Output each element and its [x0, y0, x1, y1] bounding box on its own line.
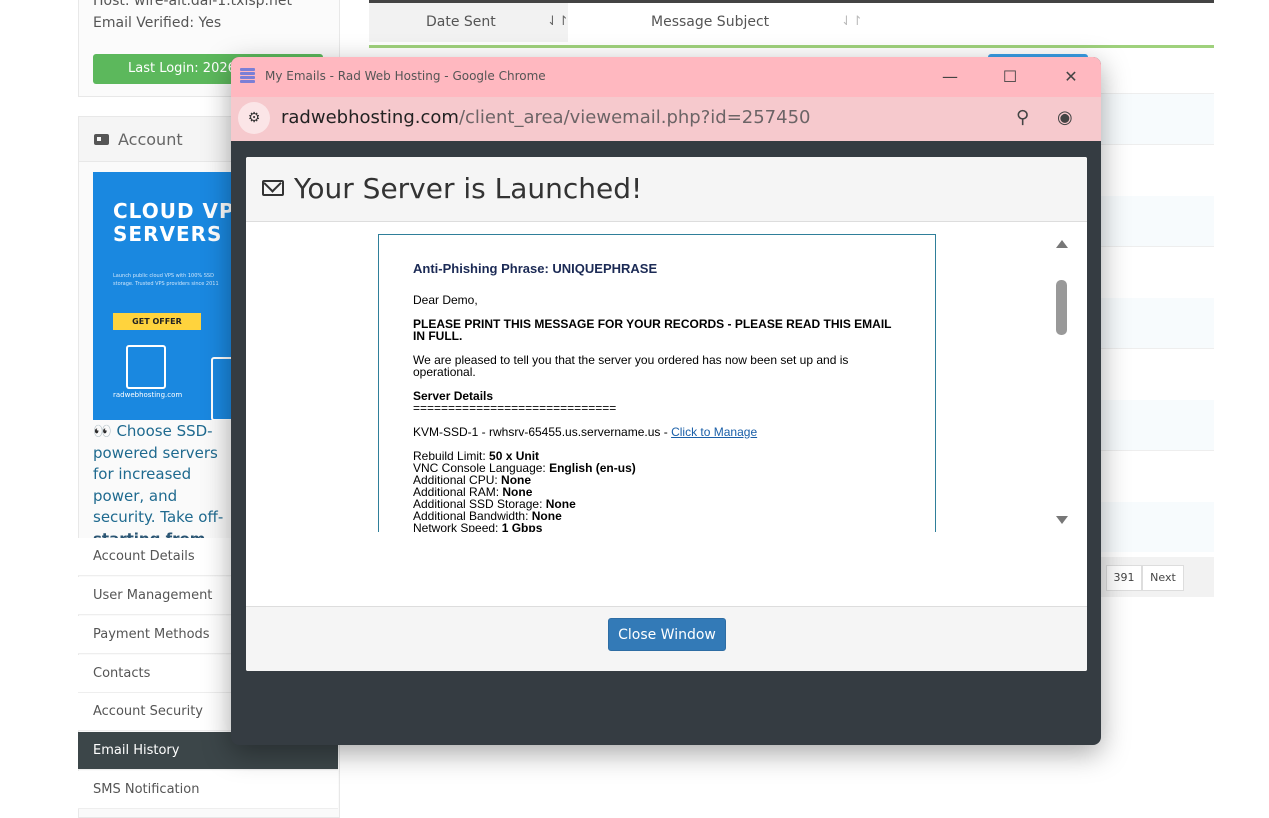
address-bar: ⚙ radwebhosting.com/client_area/viewemai…	[231, 97, 1101, 141]
table-row	[1100, 246, 1214, 247]
email-greeting: Dear Demo,	[413, 293, 478, 307]
url-path: /client_area/viewemail.php?id=257450	[458, 107, 811, 128]
sidebar-item-sms-notification[interactable]: SMS Notification	[78, 771, 338, 809]
close-window-button[interactable]: Close Window	[608, 618, 726, 651]
table-row[interactable]	[1100, 298, 1214, 348]
url-field[interactable]: radwebhosting.com/client_area/viewemail.…	[281, 107, 811, 128]
server-line-text: KVM-SSD-1 - rwhsrv-65455.us.servername.u…	[413, 425, 672, 439]
table-row[interactable]	[1100, 196, 1214, 246]
table-row	[1100, 450, 1214, 451]
click-to-manage-link[interactable]: Click to Manage	[671, 425, 757, 439]
spec-label: Network Speed:	[413, 521, 502, 532]
scrollbar-thumb[interactable]	[1056, 280, 1067, 335]
column-message-subject[interactable]: Message Subject	[651, 14, 769, 30]
email-body: Anti-Phishing Phrase: UNIQUEPHRASE Dear …	[413, 261, 903, 532]
window-titlebar[interactable]: My Emails - Rad Web Hosting - Google Chr…	[231, 57, 1101, 97]
table-row[interactable]	[1100, 400, 1214, 450]
sort-desc-icon[interactable]: ⇃↾	[547, 14, 569, 29]
promo-text-prefix: 👀 Choose SSD-powered servers for increas…	[93, 422, 224, 526]
zoom-icon[interactable]: ⚲	[1016, 107, 1029, 128]
url-host: radwebhosting.com	[281, 107, 459, 128]
scroll-down-arrow-icon[interactable]	[1056, 516, 1068, 524]
sort-icon[interactable]: ⇃↾	[841, 14, 863, 29]
spec-value: 1 Gbps	[501, 521, 543, 532]
email-body-frame[interactable]: Anti-Phishing Phrase: UNIQUEPHRASE Dear …	[378, 234, 936, 532]
promo-title: CLOUD VPS SERVERS	[113, 199, 251, 246]
email-footer: Close Window	[246, 606, 1087, 671]
account-title: Account	[118, 130, 183, 149]
page-391-button[interactable]: 391	[1106, 565, 1142, 591]
table-row[interactable]	[1100, 502, 1214, 552]
promo-url: radwebhosting.com	[113, 391, 183, 399]
email-intro: We are pleased to tell you that the serv…	[413, 353, 849, 379]
site-favicon-icon	[240, 68, 255, 85]
close-icon[interactable]: ✕	[1049, 63, 1093, 91]
maximize-icon[interactable]: ☐	[988, 63, 1032, 91]
host-line: Host: wire-ait.dal-1.txisp.net	[93, 0, 292, 9]
site-settings-icon[interactable]: ⚙	[238, 102, 270, 134]
anti-phishing-phrase: Anti-Phishing Phrase: UNIQUEPHRASE	[413, 261, 658, 276]
spec-value: English (en-us)	[549, 461, 636, 475]
server-illustration-icon	[126, 345, 166, 389]
table-row[interactable]	[1100, 94, 1214, 144]
scroll-up-arrow-icon[interactable]	[1056, 240, 1068, 248]
table-row	[1100, 348, 1214, 349]
email-header: Your Server is Launched!	[246, 157, 1087, 222]
window-title: My Emails - Rad Web Hosting - Google Chr…	[265, 69, 546, 83]
server-line: KVM-SSD-1 - rwhsrv-65455.us.servername.u…	[413, 426, 903, 438]
table-row	[1100, 144, 1214, 145]
email-subject-title: Your Server is Launched!	[294, 172, 643, 205]
email-print-notice: PLEASE PRINT THIS MESSAGE FOR YOUR RECOR…	[413, 317, 892, 343]
email-verified-line: Email Verified: Yes	[93, 15, 222, 31]
envelope-icon	[262, 180, 284, 196]
promo-small-text: Launch public cloud VPS with 100% SSD st…	[113, 273, 219, 287]
minimize-icon[interactable]: —	[928, 63, 972, 91]
email-table-header: Date Sent ⇃↾ Message Subject ⇃↾	[369, 0, 1214, 48]
id-card-icon	[94, 134, 109, 145]
get-offer-button[interactable]: GET OFFER	[113, 313, 201, 330]
column-date-sent[interactable]: Date Sent	[426, 14, 496, 30]
email-viewer-card: Your Server is Launched! Anti-Phishing P…	[246, 157, 1087, 671]
next-page-button[interactable]: Next	[1142, 565, 1184, 591]
eye-icon[interactable]: ◉	[1057, 107, 1073, 128]
email-popup-window: My Emails - Rad Web Hosting - Google Chr…	[231, 57, 1101, 745]
spec-row: Network Speed: 1 Gbps	[413, 522, 903, 532]
separator-line: =============================	[413, 401, 617, 415]
